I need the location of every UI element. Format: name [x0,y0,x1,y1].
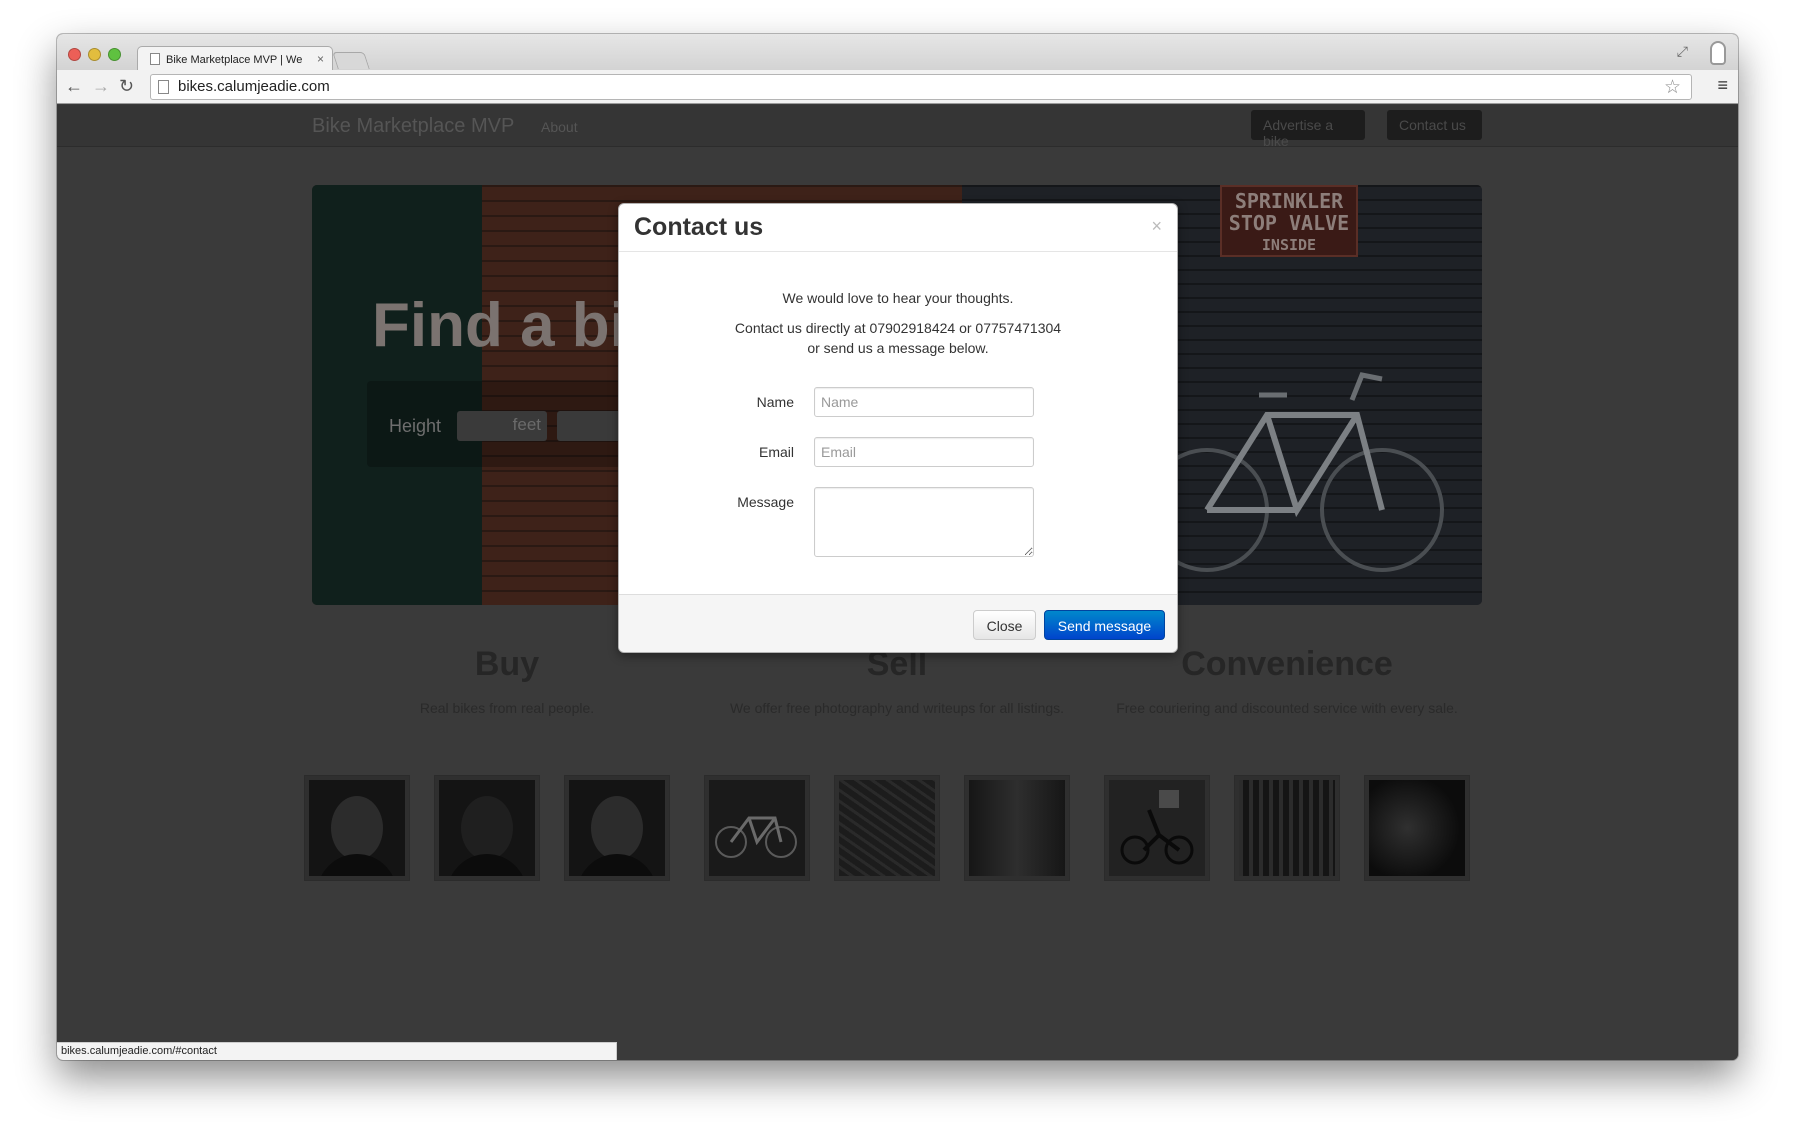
contact-modal: Contact us × We would love to hear your … [618,203,1178,653]
modal-close-icon[interactable]: × [1151,216,1162,237]
back-icon[interactable]: ← [65,75,83,97]
feature-buy: Buy Real bikes from real people. [312,645,702,716]
thumbnail-person[interactable] [434,775,540,881]
close-tab-icon[interactable]: × [317,52,324,66]
thumbnail-person[interactable] [564,775,670,881]
message-textarea[interactable] [814,487,1034,557]
thumbnail-bike[interactable] [704,775,810,881]
sign-line-1: SPRINKLER [1234,189,1344,213]
modal-intro: We would love to hear your thoughts. [782,290,1014,306]
feature-text: Free couriering and discounted service w… [1116,700,1458,716]
email-label: Email [758,444,794,460]
thumbnail-bike-detail[interactable] [834,775,940,881]
thumbnail-person[interactable] [304,775,410,881]
forward-icon[interactable]: → [92,75,110,97]
document-icon [150,53,160,65]
email-input[interactable] [814,437,1034,467]
sign-line-2: STOP VALVE [1228,211,1350,235]
feature-convenience: Convenience Free couriering and discount… [1092,645,1482,716]
name-label: Name [756,394,794,410]
advertise-bike-button[interactable]: Advertise a bike [1251,110,1365,149]
modal-contact-numbers: Contact us directly at 07902918424 or 07… [734,320,1062,336]
hero-title: Find a bi [372,291,627,360]
modal-footer: Close Send message [619,594,1177,652]
new-tab-button[interactable] [332,52,370,69]
nav-about-link[interactable]: About [541,119,578,135]
minimize-window-button[interactable] [88,48,101,61]
address-bar[interactable]: bikes.calumjeadie.com ☆ [150,74,1692,100]
site-brand[interactable]: Bike Marketplace MVP [312,115,514,138]
profile-icon[interactable] [1710,41,1726,65]
reload-icon[interactable]: ↻ [119,75,134,97]
sign-line-3: INSIDE [1261,236,1317,254]
page-icon [158,80,169,94]
height-inches-input[interactable] [557,411,627,441]
height-feet-input[interactable]: feet [457,411,547,441]
feature-text: We offer free photography and writeups f… [729,700,1065,716]
modal-title: Contact us [634,213,764,241]
height-label: Height [389,416,442,436]
modal-header: Contact us × [619,204,1177,252]
feature-text: Real bikes from real people. [419,700,595,716]
modal-message-hint: or send us a message below. [807,340,989,356]
send-message-button[interactable]: Send message [1044,610,1165,640]
feature-sell: Sell We offer free photography and write… [702,645,1092,716]
name-input[interactable] [814,387,1034,417]
url-text: bikes.calumjeadie.com [178,78,330,95]
maximize-window-button[interactable] [108,48,121,61]
site-navbar: Bike Marketplace MVP About Advertise a b… [57,105,1738,149]
close-window-button[interactable] [68,48,81,61]
hero-search-form: Height feet [367,381,637,467]
fullscreen-icon[interactable]: ⤢ [1677,43,1688,60]
close-button[interactable]: Close [973,610,1036,640]
thumbnail-tools[interactable] [1234,775,1340,881]
bicycle-image [1147,372,1444,572]
browser-menu-icon[interactable]: ≡ [1717,75,1728,96]
sprinkler-sign: SPRINKLER STOP VALVE INSIDE [1220,185,1358,257]
bookmark-star-icon[interactable]: ☆ [1664,76,1681,99]
browser-tab[interactable]: Bike Marketplace MVP | We × [137,46,333,71]
contact-us-button[interactable]: Contact us [1387,110,1482,140]
status-bar: bikes.calumjeadie.com/#contact [57,1042,617,1060]
message-label: Message [737,494,794,510]
thumbnail-courier[interactable] [1104,775,1210,881]
tab-strip: Bike Marketplace MVP | We × ⤢ [57,34,1738,71]
tab-title: Bike Marketplace MVP | We [166,54,303,66]
thumbnail-mechanic[interactable] [1364,775,1470,881]
browser-toolbar: ← → ↻ bikes.calumjeadie.com ☆ ≡ [57,70,1738,104]
thumbnail-bike-detail[interactable] [964,775,1070,881]
